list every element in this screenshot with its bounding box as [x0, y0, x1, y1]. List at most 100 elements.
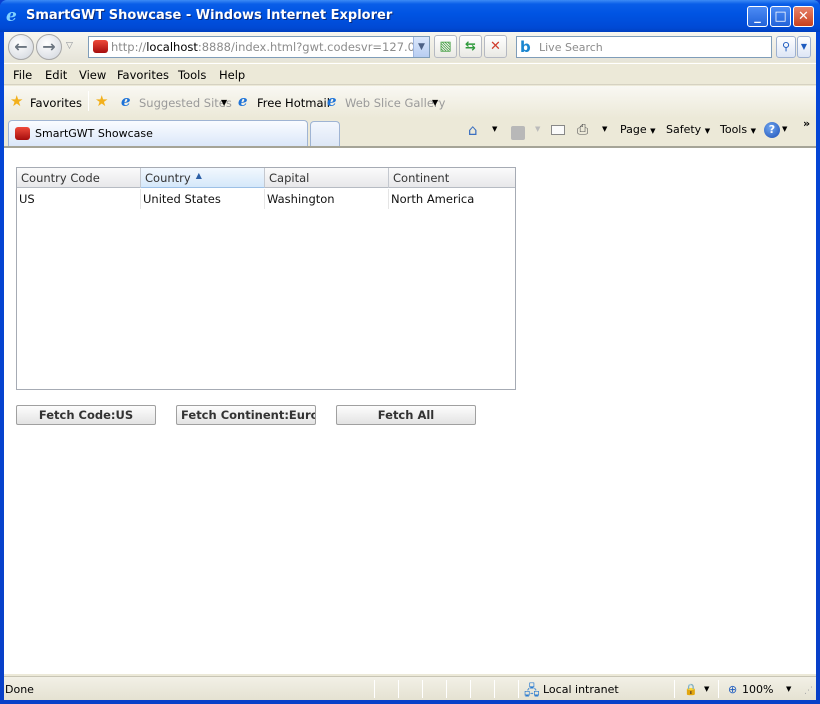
resize-grip[interactable]: ⋰ — [804, 686, 813, 696]
column-header-continent[interactable]: Continent — [389, 168, 515, 188]
address-input[interactable]: http://localhost:8888/index.html?gwt.cod… — [88, 36, 430, 58]
cell-country-code: US — [17, 189, 141, 209]
tab-bar: SmartGWT Showcase ⌂ ▼ ▼ ⎙ ▼ Page ▼ Safet… — [4, 117, 816, 146]
country-grid: Country Code Country ▲ Capital Continent … — [16, 167, 516, 390]
fetch-all-button[interactable]: Fetch All — [336, 405, 476, 425]
table-row[interactable]: US United States Washington North Americ… — [17, 189, 515, 209]
status-text: Done — [5, 683, 34, 696]
add-to-favorites-icon[interactable]: ★ — [95, 94, 108, 109]
cell-continent: North America — [391, 192, 475, 206]
forward-button[interactable]: → — [36, 34, 62, 60]
close-window-button[interactable]: ✕ — [793, 6, 814, 27]
toolbar-separator — [88, 91, 89, 111]
browser-window: e SmartGWT Showcase - Windows Internet E… — [0, 0, 820, 704]
favorites-bar: ★ Favorites ★ e Suggested Sites ▼ e Free… — [4, 86, 816, 118]
live-search-logo-icon: b — [520, 38, 531, 56]
ie-page-icon: e — [121, 92, 131, 110]
menu-edit[interactable]: Edit — [45, 68, 67, 82]
status-separator — [374, 680, 375, 698]
new-tab-button[interactable] — [310, 121, 340, 146]
status-separator — [518, 680, 519, 698]
column-header-country[interactable]: Country ▲ — [141, 168, 265, 188]
sort-ascending-icon: ▲ — [195, 171, 202, 180]
compatibility-view-icon: ▧ — [439, 39, 452, 54]
security-zone-label[interactable]: Local intranet — [543, 683, 619, 696]
column-header-capital[interactable]: Capital — [265, 168, 389, 188]
title-bar[interactable]: e SmartGWT Showcase - Windows Internet E… — [0, 0, 820, 32]
print-icon[interactable]: ⎙ — [577, 122, 588, 138]
feeds-icon[interactable] — [511, 126, 525, 140]
menu-tools[interactable]: Tools — [178, 68, 206, 82]
safety-menu-button[interactable]: Safety ▼ — [666, 123, 710, 136]
refresh-button[interactable]: ⇆ — [459, 35, 482, 58]
status-bar: Done 🖧 Local intranet 🔒 ▼ ⊕ 100% ▼ ⋰ — [4, 676, 816, 700]
page-menu-button[interactable]: Page ▼ — [620, 123, 656, 136]
status-separator — [494, 680, 495, 698]
search-button[interactable]: ⚲ — [776, 36, 796, 58]
status-separator — [470, 680, 471, 698]
favorites-button[interactable]: Favorites — [30, 96, 82, 110]
compatibility-view-button[interactable]: ▧ — [434, 35, 457, 58]
stop-icon: ✕ — [490, 39, 501, 54]
site-favicon-icon — [93, 40, 108, 53]
search-options-dropdown[interactable]: ▼ — [797, 36, 811, 58]
status-separator — [718, 680, 719, 698]
ie-page-icon: e — [238, 92, 248, 110]
menu-file[interactable]: File — [13, 68, 32, 82]
tab-label: SmartGWT Showcase — [35, 127, 153, 140]
web-slice-dropdown-icon[interactable]: ▼ — [432, 98, 438, 107]
minimize-button[interactable]: _ — [747, 6, 768, 27]
favorites-link-free-hotmail[interactable]: Free Hotmail — [257, 96, 330, 110]
status-separator — [422, 680, 423, 698]
recent-pages-dropdown-icon[interactable]: ▽ — [66, 41, 73, 51]
protected-mode-icon[interactable]: 🔒 — [684, 683, 698, 696]
zoom-icon: ⊕ — [728, 683, 738, 696]
status-separator — [398, 680, 399, 698]
ie-page-icon: e — [327, 92, 337, 110]
cell-country: United States — [141, 189, 265, 209]
toolbar-overflow-button[interactable]: » — [803, 117, 810, 130]
network-zone-icon: 🖧 — [524, 683, 540, 699]
help-icon[interactable]: ? — [764, 122, 780, 138]
menu-bar: File Edit View Favorites Tools Help — [4, 63, 816, 85]
status-separator — [674, 680, 675, 698]
tab-smartgwt-showcase[interactable]: SmartGWT Showcase — [8, 120, 308, 146]
read-mail-icon[interactable] — [551, 125, 565, 135]
menu-favorites[interactable]: Favorites — [117, 68, 169, 82]
search-placeholder: Live Search — [539, 41, 603, 54]
home-dropdown-icon[interactable]: ▼ — [492, 125, 497, 133]
refresh-icon: ⇆ — [465, 39, 476, 54]
zoom-level[interactable]: 100% — [742, 683, 773, 696]
zoom-dropdown-icon[interactable]: ▼ — [786, 685, 791, 693]
fetch-continent-button[interactable]: Fetch Continent:Europe — [176, 405, 316, 425]
back-button[interactable]: ← — [8, 34, 34, 60]
tools-menu-button[interactable]: Tools ▼ — [720, 123, 756, 136]
help-dropdown-icon[interactable]: ▼ — [782, 125, 787, 133]
home-icon[interactable]: ⌂ — [468, 121, 478, 139]
cell-capital: Washington — [265, 189, 389, 209]
maximize-button[interactable]: □ — [770, 6, 791, 27]
url-text[interactable]: http://localhost:8888/index.html?gwt.cod… — [111, 40, 415, 54]
suggested-sites-dropdown-icon[interactable]: ▼ — [221, 98, 227, 107]
address-dropdown-button[interactable]: ▼ — [413, 37, 429, 57]
search-input[interactable]: b Live Search — [516, 36, 772, 58]
stop-button[interactable]: ✕ — [484, 35, 507, 58]
print-dropdown-icon[interactable]: ▼ — [602, 125, 607, 133]
favorites-link-web-slice-gallery[interactable]: Web Slice Gallery — [345, 96, 445, 110]
favorites-link-suggested-sites[interactable]: Suggested Sites — [139, 96, 232, 110]
browser-frame: ← → ▽ http://localhost:8888/index.html?g… — [4, 32, 816, 700]
site-favicon-icon — [15, 127, 30, 140]
favorites-star-icon: ★ — [10, 92, 24, 110]
column-header-country-code[interactable]: Country Code — [17, 168, 141, 188]
ie-logo-icon: e — [6, 6, 17, 26]
protected-mode-dropdown-icon[interactable]: ▼ — [704, 685, 709, 693]
page-content: Country Code Country ▲ Capital Continent … — [4, 146, 816, 674]
grid-header: Country Code Country ▲ Capital Continent — [17, 168, 515, 188]
feeds-dropdown-icon[interactable]: ▼ — [535, 125, 540, 133]
magnifier-icon: ⚲ — [781, 40, 791, 53]
menu-view[interactable]: View — [79, 68, 106, 82]
fetch-code-button[interactable]: Fetch Code:US — [16, 405, 156, 425]
status-separator — [446, 680, 447, 698]
address-toolbar: ← → ▽ http://localhost:8888/index.html?g… — [4, 32, 816, 62]
menu-help[interactable]: Help — [219, 68, 245, 82]
